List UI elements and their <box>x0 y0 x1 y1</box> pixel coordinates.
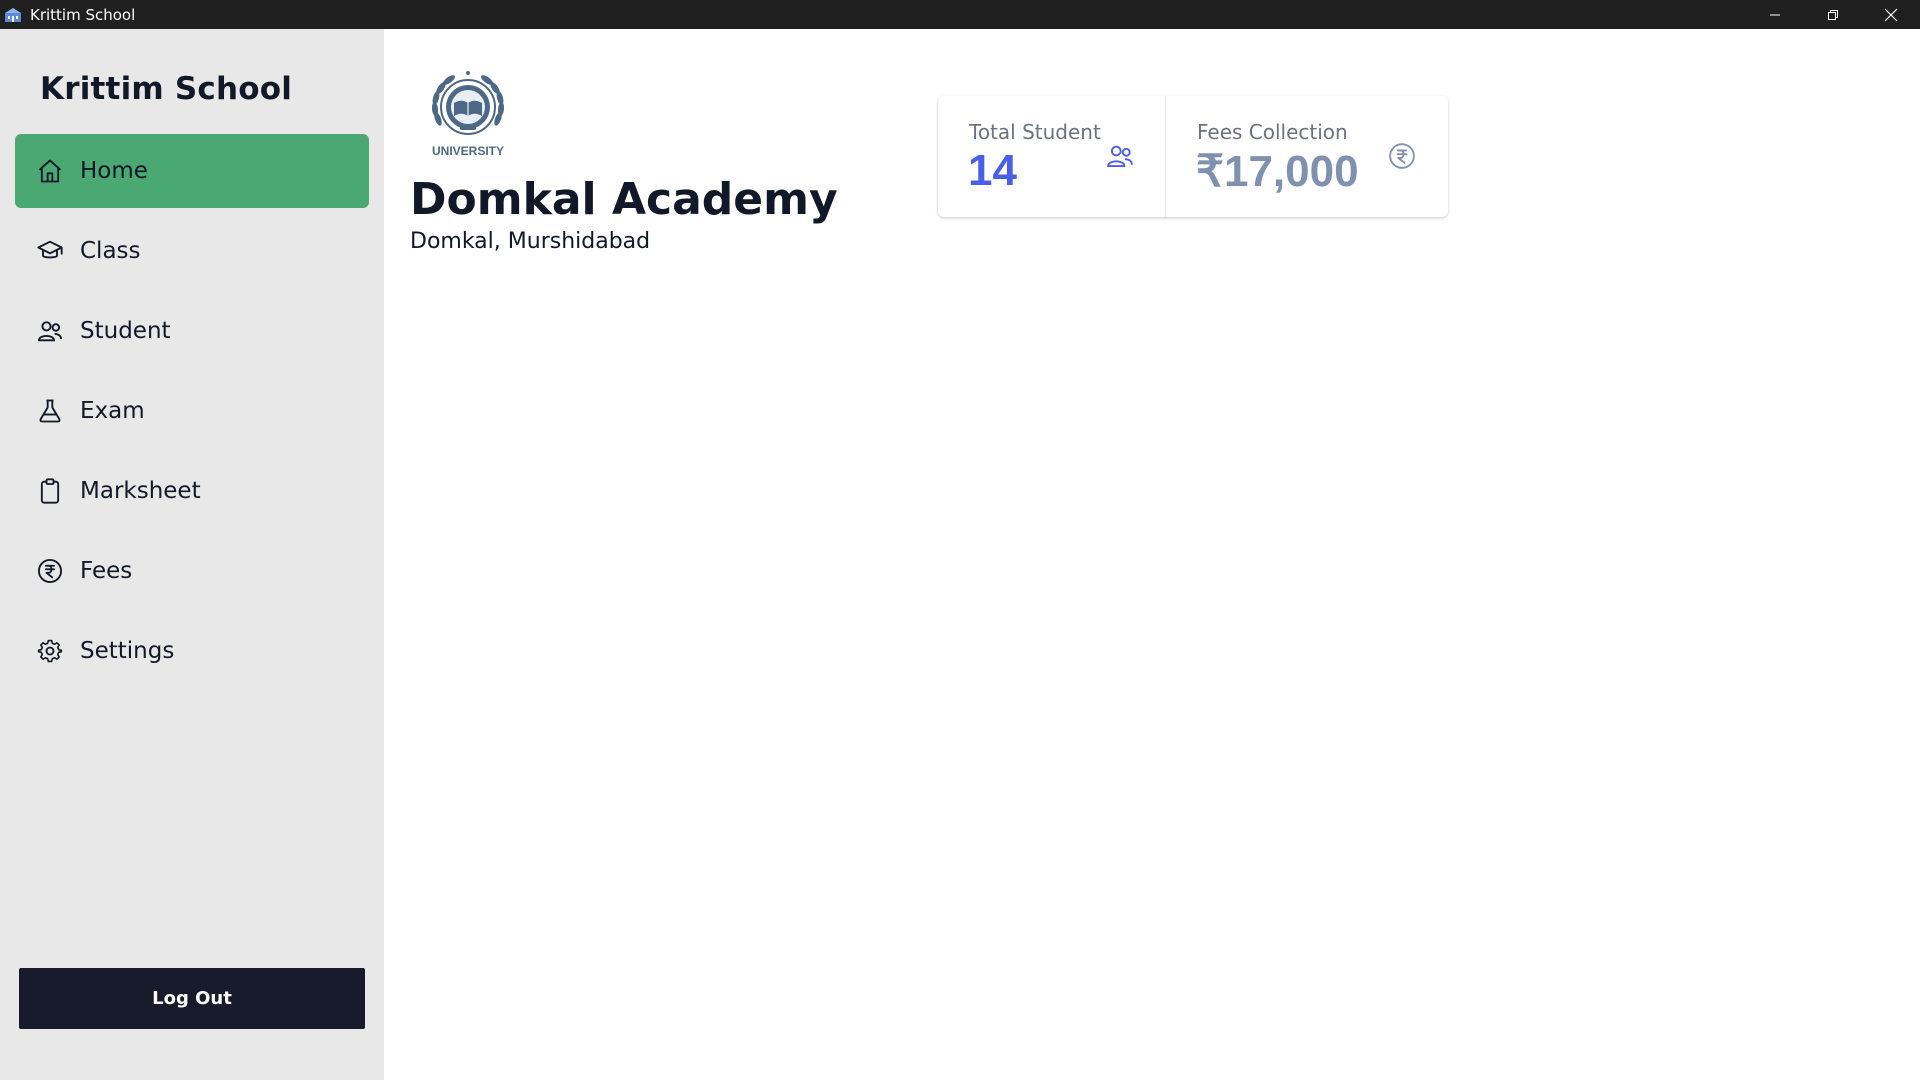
main-content: UNIVERSITY Domkal Academy Domkal, Murshi… <box>384 29 1920 1080</box>
sidebar-item-label: Class <box>80 238 141 264</box>
minimize-button[interactable] <box>1746 0 1804 29</box>
close-icon <box>1884 8 1898 21</box>
school-address: Domkal, Murshidabad <box>410 229 651 254</box>
flask-icon <box>35 396 65 426</box>
users-icon <box>35 316 65 346</box>
stat-title: Fees Collection <box>1197 120 1348 144</box>
sidebar-item-fees[interactable]: Fees <box>15 534 369 608</box>
sidebar-item-label: Fees <box>80 558 133 584</box>
sidebar-item-label: Home <box>80 158 148 184</box>
window-title: Krittim School <box>30 5 136 24</box>
clipboard-icon <box>35 476 65 506</box>
stats-card: Total Student 14 Fees Collection ₹17,000 <box>938 96 1448 217</box>
sidebar-item-home[interactable]: Home <box>15 134 369 208</box>
sidebar-item-class[interactable]: Class <box>15 214 369 288</box>
window-controls <box>1746 0 1920 29</box>
sidebar-item-label: Marksheet <box>80 478 201 504</box>
graduation-cap-icon <box>35 236 65 266</box>
rupee-circle-icon <box>1387 141 1417 171</box>
sidebar-item-settings[interactable]: Settings <box>15 614 369 688</box>
logo-text: UNIVERSITY <box>432 144 504 158</box>
sidebar-item-label: Student <box>80 318 171 344</box>
users-icon <box>1105 141 1135 171</box>
stat-title: Total Student <box>969 120 1101 144</box>
sidebar-item-marksheet[interactable]: Marksheet <box>15 454 369 528</box>
restore-button[interactable] <box>1804 0 1862 29</box>
rupee-circle-icon <box>35 556 65 586</box>
sidebar-item-exam[interactable]: Exam <box>15 374 369 448</box>
school-building-icon <box>4 7 24 23</box>
minimize-icon <box>1770 14 1780 15</box>
stat-value: ₹17,000 <box>1196 147 1359 196</box>
gear-icon <box>35 636 65 666</box>
sidebar: Krittim School Home Class Student Exam M… <box>0 29 384 1080</box>
university-logo: UNIVERSITY <box>426 69 510 159</box>
brand-title: Krittim School <box>40 71 293 107</box>
school-name: Domkal Academy <box>410 174 838 225</box>
home-icon <box>35 156 65 186</box>
close-button[interactable] <box>1862 0 1920 29</box>
sidebar-item-label: Exam <box>80 398 145 424</box>
restore-icon <box>1828 9 1838 20</box>
stat-value: 14 <box>968 146 1017 195</box>
sidebar-item-student[interactable]: Student <box>15 294 369 368</box>
sidebar-item-label: Settings <box>80 638 175 664</box>
window-titlebar: Krittim School <box>0 0 1920 29</box>
stat-total-student: Total Student 14 <box>938 96 1165 217</box>
logout-button[interactable]: Log Out <box>19 968 365 1029</box>
sidebar-nav: Home Class Student Exam Marksheet Fees S… <box>15 134 369 694</box>
stat-fees-collection: Fees Collection ₹17,000 <box>1165 96 1448 217</box>
